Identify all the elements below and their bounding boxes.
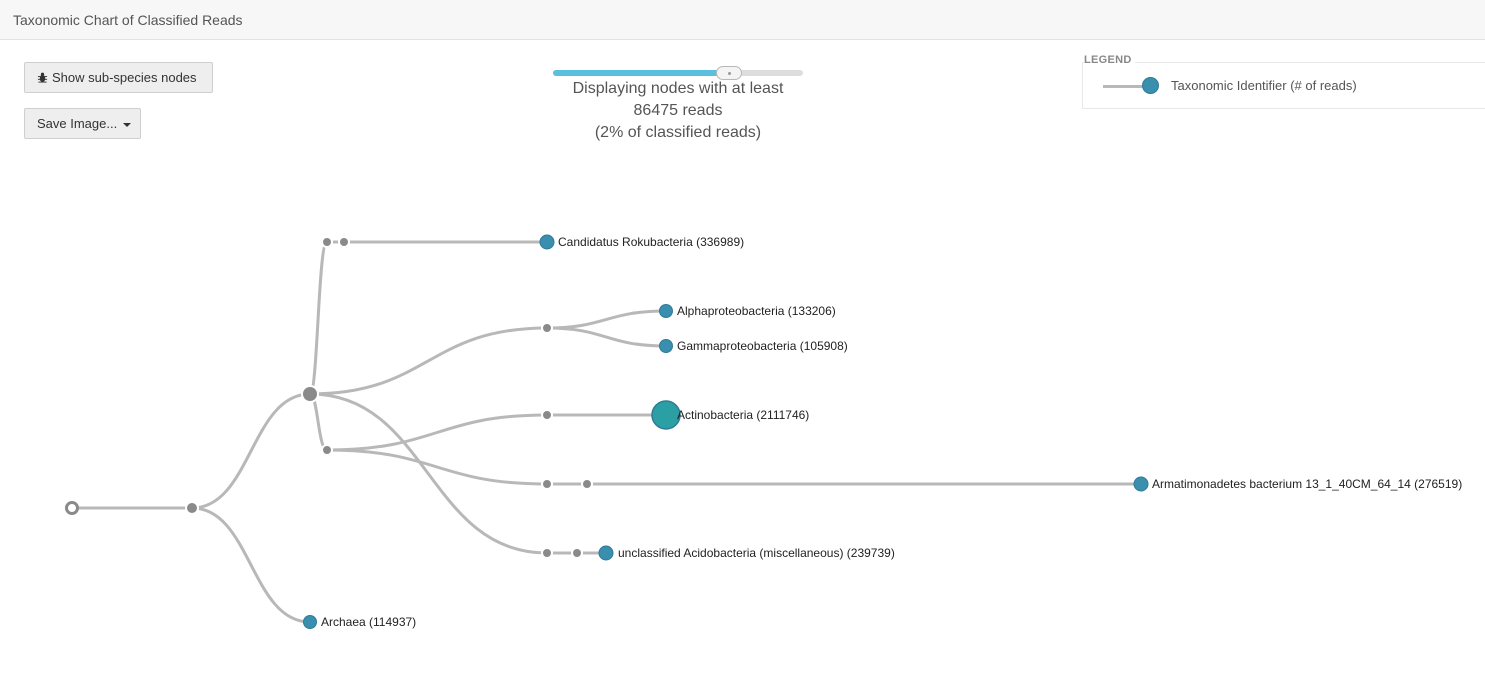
node-labels: Candidatus Rokubacteria (336989) Alphapr…: [321, 235, 1462, 629]
link-alpha: [546, 309, 667, 330]
leaf-node-gammaproteobacteria[interactable]: [659, 339, 673, 353]
leaf-node-rokubacteria[interactable]: [539, 234, 555, 250]
leaf-node-armatimonadetes[interactable]: [1133, 476, 1149, 492]
link-actino-branch: [326, 413, 548, 452]
taxonomy-tree: Candidatus Rokubacteria (336989) Alphapr…: [65, 234, 1462, 629]
internal-node[interactable]: [541, 547, 553, 559]
internal-node[interactable]: [338, 236, 350, 248]
root-node[interactable]: [65, 501, 79, 515]
internal-node[interactable]: [581, 478, 593, 490]
node-label-archaea: Archaea (114937): [321, 615, 416, 629]
internal-node[interactable]: [571, 547, 583, 559]
node-label-alphaproteobacteria: Alphaproteobacteria (133206): [677, 304, 836, 318]
internal-node[interactable]: [541, 409, 553, 421]
leaf-node-alphaproteobacteria[interactable]: [659, 304, 673, 318]
node-label-rokubacteria: Candidatus Rokubacteria (336989): [558, 235, 744, 249]
node-label-actinobacteria: Actinobacteria (2111746): [677, 408, 809, 422]
internal-nodes: [65, 236, 593, 559]
leaf-node-actinobacteria[interactable]: [651, 400, 681, 430]
tree-links: [72, 240, 1141, 624]
link-gamma: [546, 326, 667, 348]
internal-node[interactable]: [321, 444, 333, 456]
node-label-acidobacteria: unclassified Acidobacteria (miscellaneou…: [618, 546, 895, 560]
link-roku-branch: [308, 240, 329, 396]
node-label-gammaproteobacteria: Gammaproteobacteria (105908): [677, 339, 848, 353]
leaf-node-archaea[interactable]: [303, 615, 317, 629]
internal-node[interactable]: [321, 236, 333, 248]
leaf-node-acidobacteria[interactable]: [598, 545, 614, 561]
internal-node[interactable]: [301, 385, 319, 403]
leaf-nodes: [303, 234, 1149, 629]
internal-node[interactable]: [541, 478, 553, 490]
internal-node[interactable]: [185, 501, 199, 515]
link-proteo: [309, 326, 548, 396]
internal-node[interactable]: [541, 322, 553, 334]
link-armati-branch: [326, 448, 548, 486]
link-bacteria: [191, 392, 311, 510]
link-archaea: [191, 506, 311, 624]
node-label-armatimonadetes: Armatimonadetes bacterium 13_1_40CM_64_1…: [1152, 477, 1462, 491]
